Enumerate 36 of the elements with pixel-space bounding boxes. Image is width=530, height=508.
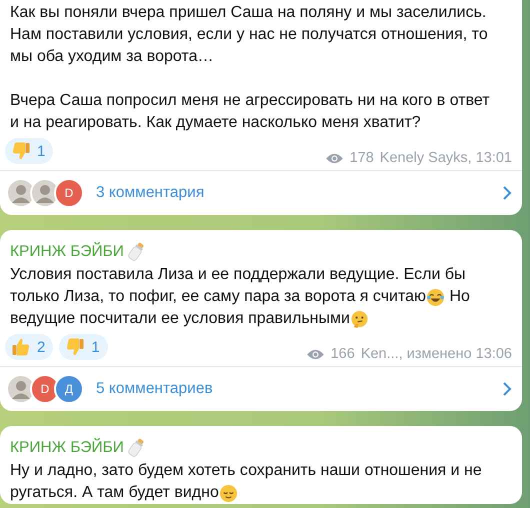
- view-count: 178: [350, 150, 374, 166]
- message-text: и на реагировать. Как думаете насколько меня хватит?: [10, 113, 421, 133]
- baby-bottle-icon: [128, 438, 144, 458]
- thumbs-down-icon: [65, 337, 86, 357]
- author-name[interactable]: КРИНЖ БЭЙБИ: [10, 439, 124, 457]
- views-icon: [306, 348, 325, 360]
- reaction-button[interactable]: 1: [59, 334, 108, 360]
- message-text: ведущие посчитали ее условия правильными: [10, 309, 350, 329]
- chevron-right-icon: [502, 185, 512, 201]
- message-text: только Лиза, то пофиг, ее саму пара за ворота я считаю: [10, 287, 426, 307]
- message-text: Ну и ладно, зато будем хотеть сохранить наши отношения и не: [10, 461, 482, 481]
- comments-link[interactable]: D Д 5 комментариев: [0, 366, 522, 411]
- message-text: Но: [448, 287, 470, 307]
- message-signature: Kenely Sayks, 13:01: [380, 150, 512, 166]
- message-text: ругаться. А там будет видно: [10, 483, 219, 503]
- laughing-emoji-icon: [426, 288, 446, 306]
- reaction-button[interactable]: 1: [5, 138, 54, 164]
- views-icon: [324, 152, 344, 164]
- baby-bottle-icon: [128, 242, 144, 262]
- message-text: Нам поставили условия, если у нас не получатся отношения, то: [10, 25, 488, 45]
- thumbs-down-icon: [11, 141, 31, 161]
- message-text: мы оба уходим за ворота…: [10, 47, 214, 67]
- letter-avatar: D: [54, 178, 84, 208]
- message-signature: Ken..., изменено 13:06: [360, 346, 512, 362]
- chevron-right-icon: [502, 381, 512, 397]
- author-name[interactable]: КРИНЖ БЭЙБИ: [10, 243, 124, 261]
- message-text: Условия поставила Лиза и ее поддержали ведущие. Если бы: [10, 265, 466, 285]
- thumbs-up-icon: [11, 337, 31, 357]
- reaction-button[interactable]: 2: [5, 334, 54, 360]
- letter-avatar: Д: [54, 374, 84, 404]
- comments-link[interactable]: D 3 комментария: [0, 170, 522, 215]
- view-count: 166: [330, 346, 355, 362]
- message-text: Как вы поняли вчера пришел Саша на поляну и мы заселились.: [10, 3, 486, 23]
- message-text: Вчера Саша попросил меня не агрессировать ни на кого в ответ: [10, 91, 490, 111]
- thinking-emoji-icon: [350, 310, 369, 328]
- relieved-emoji-icon: [218, 484, 238, 502]
